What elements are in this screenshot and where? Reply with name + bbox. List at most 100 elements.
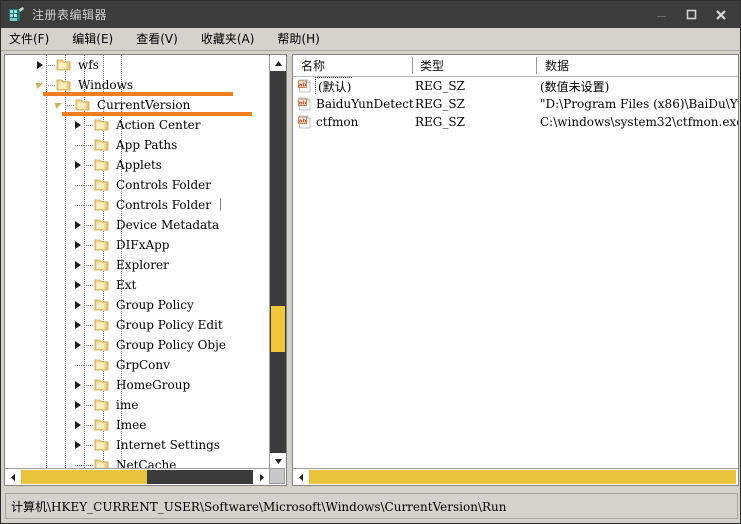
tree-hscroll-thumb[interactable] <box>21 470 147 484</box>
column-header-data[interactable]: 数据 <box>540 55 736 76</box>
chevron-down-icon[interactable] <box>52 99 65 112</box>
tree-item-controls-folder[interactable]: Controls Folder ｜ <box>5 195 269 215</box>
window-title: 注册表编辑器 <box>32 8 108 22</box>
chevron-right-icon[interactable] <box>71 299 84 312</box>
list-scroll-left-icon[interactable] <box>293 469 309 485</box>
string-value-icon: ab <box>298 115 312 129</box>
menu-help[interactable]: 帮助(H) <box>277 29 329 49</box>
tree-leaf-line <box>71 199 84 212</box>
registry-editor-window: 注册表编辑器 文件(F) 编辑(E) 查看(V) 收藏夹(A) 帮助(H) wf… <box>0 0 741 524</box>
minimize-button[interactable] <box>646 1 676 28</box>
tree-item-netcache[interactable]: NetCache <box>5 455 269 469</box>
chevron-right-icon[interactable] <box>71 339 84 352</box>
list-hscroll-thumb[interactable] <box>309 470 736 484</box>
chevron-right-icon[interactable] <box>71 279 84 292</box>
menu-favorites[interactable]: 收藏夹(A) <box>201 29 265 49</box>
cell-name[interactable]: ab (默认) <box>298 77 354 95</box>
chevron-right-icon[interactable] <box>71 119 84 132</box>
folder-icon <box>94 438 110 452</box>
string-value-icon: ab <box>298 79 312 93</box>
scroll-right-icon[interactable] <box>253 469 269 485</box>
tree-item-group-policy[interactable]: Group Policy <box>5 295 269 315</box>
tree-item-device-metadata[interactable]: Device Metadata <box>5 215 269 235</box>
scroll-up-icon[interactable] <box>270 55 286 71</box>
column-header-type[interactable]: 类型 <box>415 55 535 76</box>
tree-item-ime[interactable]: ime <box>5 395 269 415</box>
tree-item-internet-settings[interactable]: Internet Settings <box>5 435 269 455</box>
chevron-right-icon[interactable] <box>71 159 84 172</box>
tree-item-label: GrpConv <box>116 358 170 372</box>
column-divider-1[interactable] <box>412 57 413 74</box>
tree-connector <box>84 444 93 446</box>
tree-vscroll-track[interactable] <box>270 71 286 453</box>
chevron-right-icon[interactable] <box>71 219 84 232</box>
tree-connector <box>84 224 93 226</box>
table-row[interactable]: ab ctfmon REG_SZ C:\windows\system32\ctfmon… <box>293 113 738 131</box>
tree-item-wfs[interactable]: wfs <box>5 55 269 75</box>
chevron-right-icon[interactable] <box>71 319 84 332</box>
folder-icon <box>94 258 110 272</box>
close-button[interactable] <box>706 1 736 28</box>
tree-item-difxapp[interactable]: DIFxApp <box>5 235 269 255</box>
chevron-right-icon[interactable] <box>71 439 84 452</box>
tree-item-homegroup[interactable]: HomeGroup <box>5 375 269 395</box>
folder-icon <box>94 418 110 432</box>
scroll-left-icon[interactable] <box>5 469 21 485</box>
tree-item-grpconv[interactable]: GrpConv <box>5 355 269 375</box>
tree-vscroll-thumb[interactable] <box>271 306 285 352</box>
tree-item-label: Ext <box>116 278 137 292</box>
tree-item-explorer[interactable]: Explorer <box>5 255 269 275</box>
tree-item-applets[interactable]: Applets <box>5 155 269 175</box>
tree-vertical-scrollbar[interactable] <box>269 55 286 469</box>
maximize-button[interactable] <box>676 1 706 28</box>
cell-name[interactable]: ab ctfmon <box>298 113 358 131</box>
cell-data: "D:\Program Files (x86)\BaiDu\Yu <box>540 97 738 111</box>
scroll-corner <box>269 468 285 484</box>
tree-hscroll-track[interactable] <box>21 470 253 484</box>
chevron-right-icon[interactable] <box>71 259 84 272</box>
tree-item-group-policy-obje[interactable]: Group Policy Obje <box>5 335 269 355</box>
chevron-down-icon[interactable] <box>33 79 46 92</box>
chevron-right-icon[interactable] <box>71 419 84 432</box>
title-bar[interactable]: 注册表编辑器 <box>1 1 740 28</box>
tree-item-action-center[interactable]: Action Center <box>5 115 269 135</box>
tree-item-label: wfs <box>78 58 99 72</box>
tree-leaf-line <box>71 359 84 372</box>
folder-icon <box>56 58 72 72</box>
tree-item-label: CurrentVersion <box>97 98 191 112</box>
tree-horizontal-scrollbar[interactable] <box>5 468 269 485</box>
chevron-right-icon[interactable] <box>33 59 46 72</box>
tree-viewport[interactable]: wfs Windows CurrentVersion Action Center App… <box>5 55 269 469</box>
menu-view[interactable]: 查看(V) <box>136 29 188 49</box>
tree-item-label: Controls Folder <box>116 178 211 192</box>
tree-item-group-policy-edit[interactable]: Group Policy Edit <box>5 315 269 335</box>
chevron-right-icon[interactable] <box>71 379 84 392</box>
tree-item-label: Windows <box>78 78 134 92</box>
value-name: ctfmon <box>316 115 359 129</box>
menu-file[interactable]: 文件(F) <box>9 29 59 49</box>
chevron-right-icon[interactable] <box>71 239 84 252</box>
tree-item-imee[interactable]: Imee <box>5 415 269 435</box>
registry-editor-icon <box>7 6 25 24</box>
table-row[interactable]: ab (默认) REG_SZ (数值未设置) <box>293 77 738 95</box>
chevron-right-icon[interactable] <box>71 399 84 412</box>
scroll-down-icon[interactable] <box>270 453 286 469</box>
tree-item-ext[interactable]: Ext <box>5 275 269 295</box>
tree-rows: wfs Windows CurrentVersion Action Center App… <box>5 55 269 469</box>
folder-icon <box>94 318 110 332</box>
tree-connector <box>84 164 93 166</box>
values-list-pane: 名称 类型 数据 ab (默认) REG_SZ (数值未设置) ab BaiduYunDe… <box>292 54 739 486</box>
tree-connector <box>84 384 93 386</box>
column-header-name[interactable]: 名称 <box>296 55 411 76</box>
menu-edit[interactable]: 编辑(E) <box>72 29 123 49</box>
table-row[interactable]: ab BaiduYunDetect REG_SZ "D:\Program Files … <box>293 95 738 113</box>
list-hscroll-track[interactable] <box>309 470 736 484</box>
tree-item-controls-folder[interactable]: Controls Folder <box>5 175 269 195</box>
tree-item-app-paths[interactable]: App Paths <box>5 135 269 155</box>
column-divider-2[interactable] <box>536 57 537 74</box>
highlight-underline <box>62 112 252 116</box>
folder-icon <box>94 238 110 252</box>
cell-name[interactable]: ab BaiduYunDetect <box>298 95 414 113</box>
folder-icon <box>75 98 91 112</box>
list-horizontal-scrollbar[interactable] <box>293 468 738 485</box>
